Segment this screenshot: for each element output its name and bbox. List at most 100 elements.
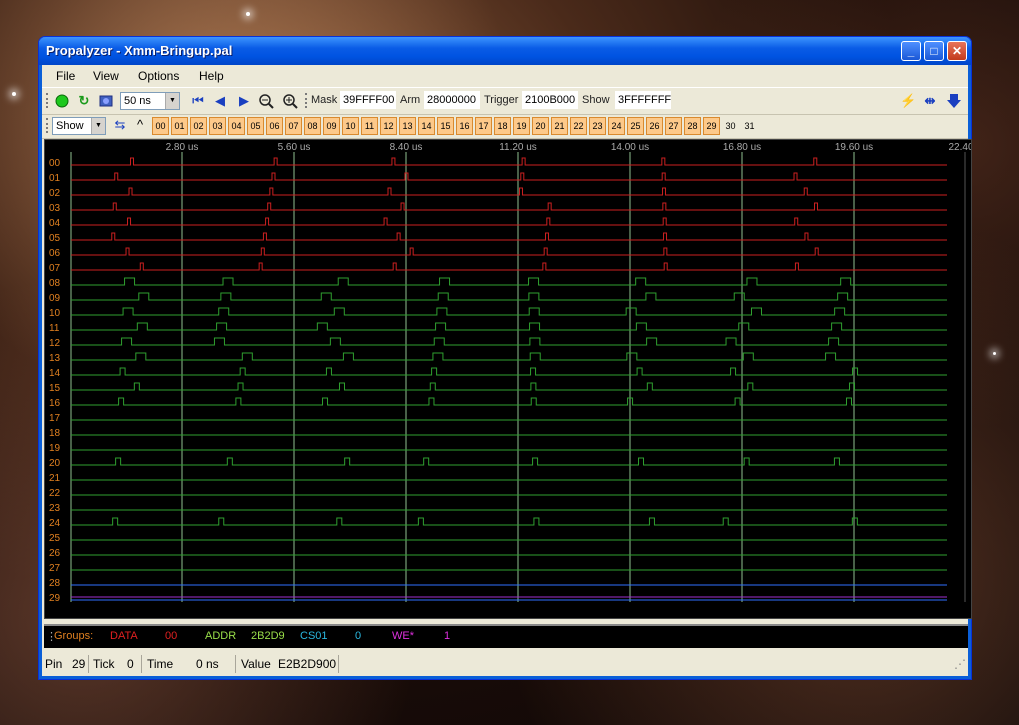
waveform-trace-13 bbox=[71, 352, 947, 361]
waveform-trace-09 bbox=[71, 292, 947, 301]
group-data-name[interactable]: DATA bbox=[110, 630, 138, 642]
capture-icon[interactable] bbox=[98, 93, 114, 109]
pin-button-10[interactable]: 10 bbox=[342, 117, 359, 135]
maximize-button[interactable]: □ bbox=[924, 41, 944, 61]
mask-label: Mask bbox=[311, 94, 338, 106]
menu-options[interactable]: Options bbox=[138, 69, 179, 83]
menu-file[interactable]: File bbox=[56, 69, 75, 83]
refresh-icon[interactable]: ↻ bbox=[76, 93, 92, 109]
channel-label-15: 15 bbox=[49, 383, 61, 394]
step-back-icon[interactable]: ◀ bbox=[212, 93, 228, 109]
pin-button-21[interactable]: 21 bbox=[551, 117, 568, 135]
pin-button-27[interactable]: 27 bbox=[665, 117, 682, 135]
pin-value: 29 bbox=[72, 657, 86, 671]
download-icon[interactable] bbox=[946, 93, 962, 109]
channel-label-21: 21 bbox=[49, 473, 61, 484]
pin-button-09[interactable]: 09 bbox=[323, 117, 340, 135]
chevron-down-icon[interactable]: ▼ bbox=[165, 93, 179, 109]
pin-button-22[interactable]: 22 bbox=[570, 117, 587, 135]
group-addr-name[interactable]: ADDR bbox=[205, 630, 236, 642]
pin-button-28[interactable]: 28 bbox=[684, 117, 701, 135]
zoom-in-icon[interactable] bbox=[282, 93, 298, 109]
waveform-trace-15 bbox=[71, 382, 947, 391]
resize-grip-icon[interactable]: ⋰ bbox=[954, 657, 966, 671]
separator bbox=[235, 655, 236, 673]
toolbar-grip[interactable] bbox=[46, 93, 51, 108]
zoom-out-icon[interactable] bbox=[258, 93, 274, 109]
pin-button-16[interactable]: 16 bbox=[456, 117, 473, 135]
separator bbox=[88, 655, 89, 673]
show-mode-select[interactable]: Show ▼ bbox=[52, 117, 106, 135]
channel-label-07: 07 bbox=[49, 263, 61, 274]
waveform-trace-02 bbox=[71, 187, 947, 196]
menu-view[interactable]: View bbox=[93, 69, 119, 83]
pin-button-00[interactable]: 00 bbox=[152, 117, 169, 135]
pin-button-05[interactable]: 05 bbox=[247, 117, 264, 135]
trigger-field[interactable]: 2100B000 bbox=[522, 91, 578, 109]
pin-label: Pin bbox=[45, 657, 63, 671]
pin-button-14[interactable]: 14 bbox=[418, 117, 435, 135]
pin-button-02[interactable]: 02 bbox=[190, 117, 207, 135]
waveform-canvas[interactable]: 2.80 us 5.60 us 8.40 us 11.20 us 14.00 us 16.… bbox=[45, 140, 971, 618]
waveform-trace-16 bbox=[71, 397, 947, 406]
app-window: Propalyzer - Xmm-Bringup.pal _ □ ✕ File … bbox=[38, 36, 972, 680]
pin-button-29[interactable]: 29 bbox=[703, 117, 720, 135]
pin-button-08[interactable]: 08 bbox=[304, 117, 321, 135]
pin-button-25[interactable]: 25 bbox=[627, 117, 644, 135]
tick-label: Tick bbox=[93, 657, 115, 671]
channel-label-25: 25 bbox=[49, 533, 61, 544]
client-area: File View Options Help ↻ 50 ns ▼ ⏮ ◀ ▶ M… bbox=[42, 65, 972, 676]
skip-start-icon[interactable]: ⏮ bbox=[190, 93, 206, 109]
pin-button-15[interactable]: 15 bbox=[437, 117, 454, 135]
group-we-name[interactable]: WE* bbox=[392, 630, 414, 642]
show-field[interactable]: 3FFFFFFF bbox=[615, 91, 671, 109]
waveform-trace-14 bbox=[71, 367, 947, 376]
pin-button-24[interactable]: 24 bbox=[608, 117, 625, 135]
waveform-trace-24 bbox=[71, 517, 947, 526]
waveform-trace-03 bbox=[71, 202, 947, 211]
pin-button-23[interactable]: 23 bbox=[589, 117, 606, 135]
pin-button-20[interactable]: 20 bbox=[532, 117, 549, 135]
group-cs01-name[interactable]: CS01 bbox=[300, 630, 328, 642]
time-label: 2.80 us bbox=[166, 142, 199, 153]
pin-button-17[interactable]: 17 bbox=[475, 117, 492, 135]
pin-button-19[interactable]: 19 bbox=[513, 117, 530, 135]
pin-button-04[interactable]: 04 bbox=[228, 117, 245, 135]
pin-button-13[interactable]: 13 bbox=[399, 117, 416, 135]
cursor-sync-icon[interactable]: ⇹ bbox=[922, 93, 938, 109]
collapse-icon[interactable]: ^ bbox=[132, 117, 148, 133]
pin-button-01[interactable]: 01 bbox=[171, 117, 188, 135]
step-forward-icon[interactable]: ▶ bbox=[236, 93, 252, 109]
waveform-trace-10 bbox=[71, 307, 947, 316]
channel-label-13: 13 bbox=[49, 353, 61, 364]
pin-button-12[interactable]: 12 bbox=[380, 117, 397, 135]
pin-button-30[interactable]: 30 bbox=[722, 117, 739, 135]
menu-help[interactable]: Help bbox=[199, 69, 224, 83]
channel-label-11: 11 bbox=[49, 323, 60, 334]
probe-icon[interactable]: ⚡ bbox=[900, 93, 916, 109]
channel-label-16: 16 bbox=[49, 398, 61, 409]
swap-icon[interactable]: ⇆ bbox=[112, 117, 128, 133]
channel-label-18: 18 bbox=[49, 428, 61, 439]
title-bar[interactable]: Propalyzer - Xmm-Bringup.pal _ □ ✕ bbox=[39, 37, 971, 65]
pin-button-18[interactable]: 18 bbox=[494, 117, 511, 135]
channel-label-19: 19 bbox=[49, 443, 61, 454]
pin-button-03[interactable]: 03 bbox=[209, 117, 226, 135]
pin-button-11[interactable]: 11 bbox=[361, 117, 378, 135]
pin-button-07[interactable]: 07 bbox=[285, 117, 302, 135]
arm-field[interactable]: 28000000 bbox=[424, 91, 480, 109]
run-icon[interactable] bbox=[54, 93, 70, 109]
channel-label-20: 20 bbox=[49, 458, 61, 469]
pin-button-06[interactable]: 06 bbox=[266, 117, 283, 135]
timebase-select[interactable]: 50 ns ▼ bbox=[120, 92, 180, 110]
chevron-down-icon[interactable]: ▼ bbox=[91, 118, 105, 134]
waveform-view[interactable]: 2.80 us 5.60 us 8.40 us 11.20 us 14.00 us 16.… bbox=[44, 139, 972, 619]
mask-field[interactable]: 39FFFF00 bbox=[340, 91, 396, 109]
pin-button-26[interactable]: 26 bbox=[646, 117, 663, 135]
minimize-button[interactable]: _ bbox=[901, 41, 921, 61]
toolbar-grip[interactable] bbox=[46, 118, 51, 133]
close-button[interactable]: ✕ bbox=[947, 41, 967, 61]
separator bbox=[338, 655, 339, 673]
star bbox=[12, 92, 16, 96]
pin-button-31[interactable]: 31 bbox=[741, 117, 758, 135]
